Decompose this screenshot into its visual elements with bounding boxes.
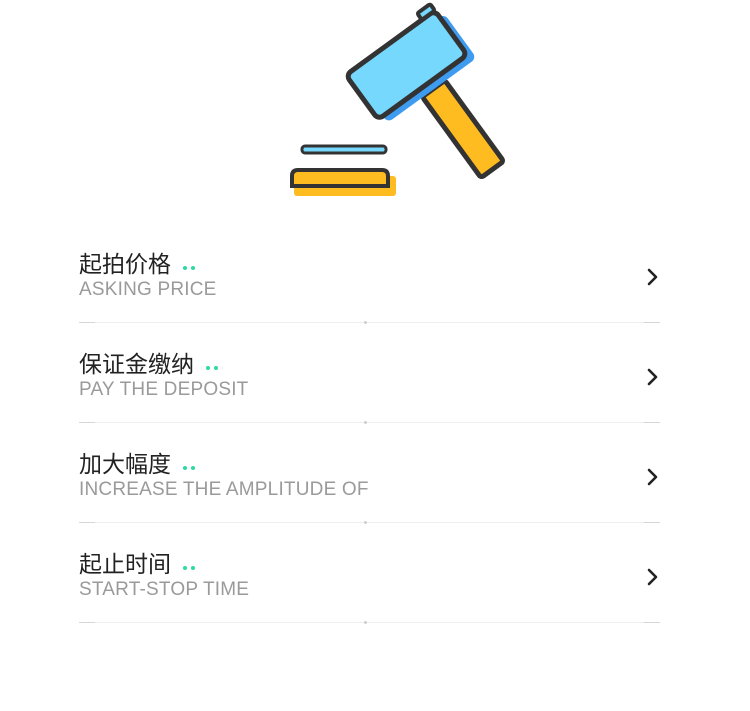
- item-sublabel: ASKING PRICE: [79, 279, 217, 300]
- chevron-right-icon[interactable]: [646, 467, 660, 487]
- accent-dots: [206, 349, 222, 377]
- list-item-increase-amplitude[interactable]: 加大幅度 INCREASE THE AMPLITUDE OF: [79, 423, 660, 524]
- settings-list: 起拍价格 ASKING PRICE 保证金缴纳 PAY THE DEPOSIT …: [79, 223, 660, 624]
- item-sublabel: INCREASE THE AMPLITUDE OF: [79, 479, 369, 500]
- divider: [79, 621, 660, 624]
- accent-dots: [183, 549, 199, 577]
- chevron-right-icon[interactable]: [646, 267, 660, 287]
- list-item-asking-price[interactable]: 起拍价格 ASKING PRICE: [79, 223, 660, 324]
- item-label: 加大幅度: [79, 451, 199, 480]
- list-item-start-stop-time[interactable]: 起止时间 START-STOP TIME: [79, 523, 660, 624]
- chevron-right-icon[interactable]: [646, 567, 660, 587]
- item-label: 保证金缴纳: [79, 351, 222, 380]
- hero-illustration: [280, 0, 520, 205]
- item-sublabel: START-STOP TIME: [79, 579, 250, 600]
- accent-dots: [183, 249, 199, 277]
- accent-dots: [183, 449, 199, 477]
- list-item-pay-deposit[interactable]: 保证金缴纳 PAY THE DEPOSIT: [79, 323, 660, 424]
- item-label: 起止时间: [79, 551, 199, 580]
- chevron-right-icon[interactable]: [646, 367, 660, 387]
- item-sublabel: PAY THE DEPOSIT: [79, 379, 249, 400]
- item-label: 起拍价格: [79, 251, 199, 280]
- gavel-icon: [290, 2, 505, 196]
